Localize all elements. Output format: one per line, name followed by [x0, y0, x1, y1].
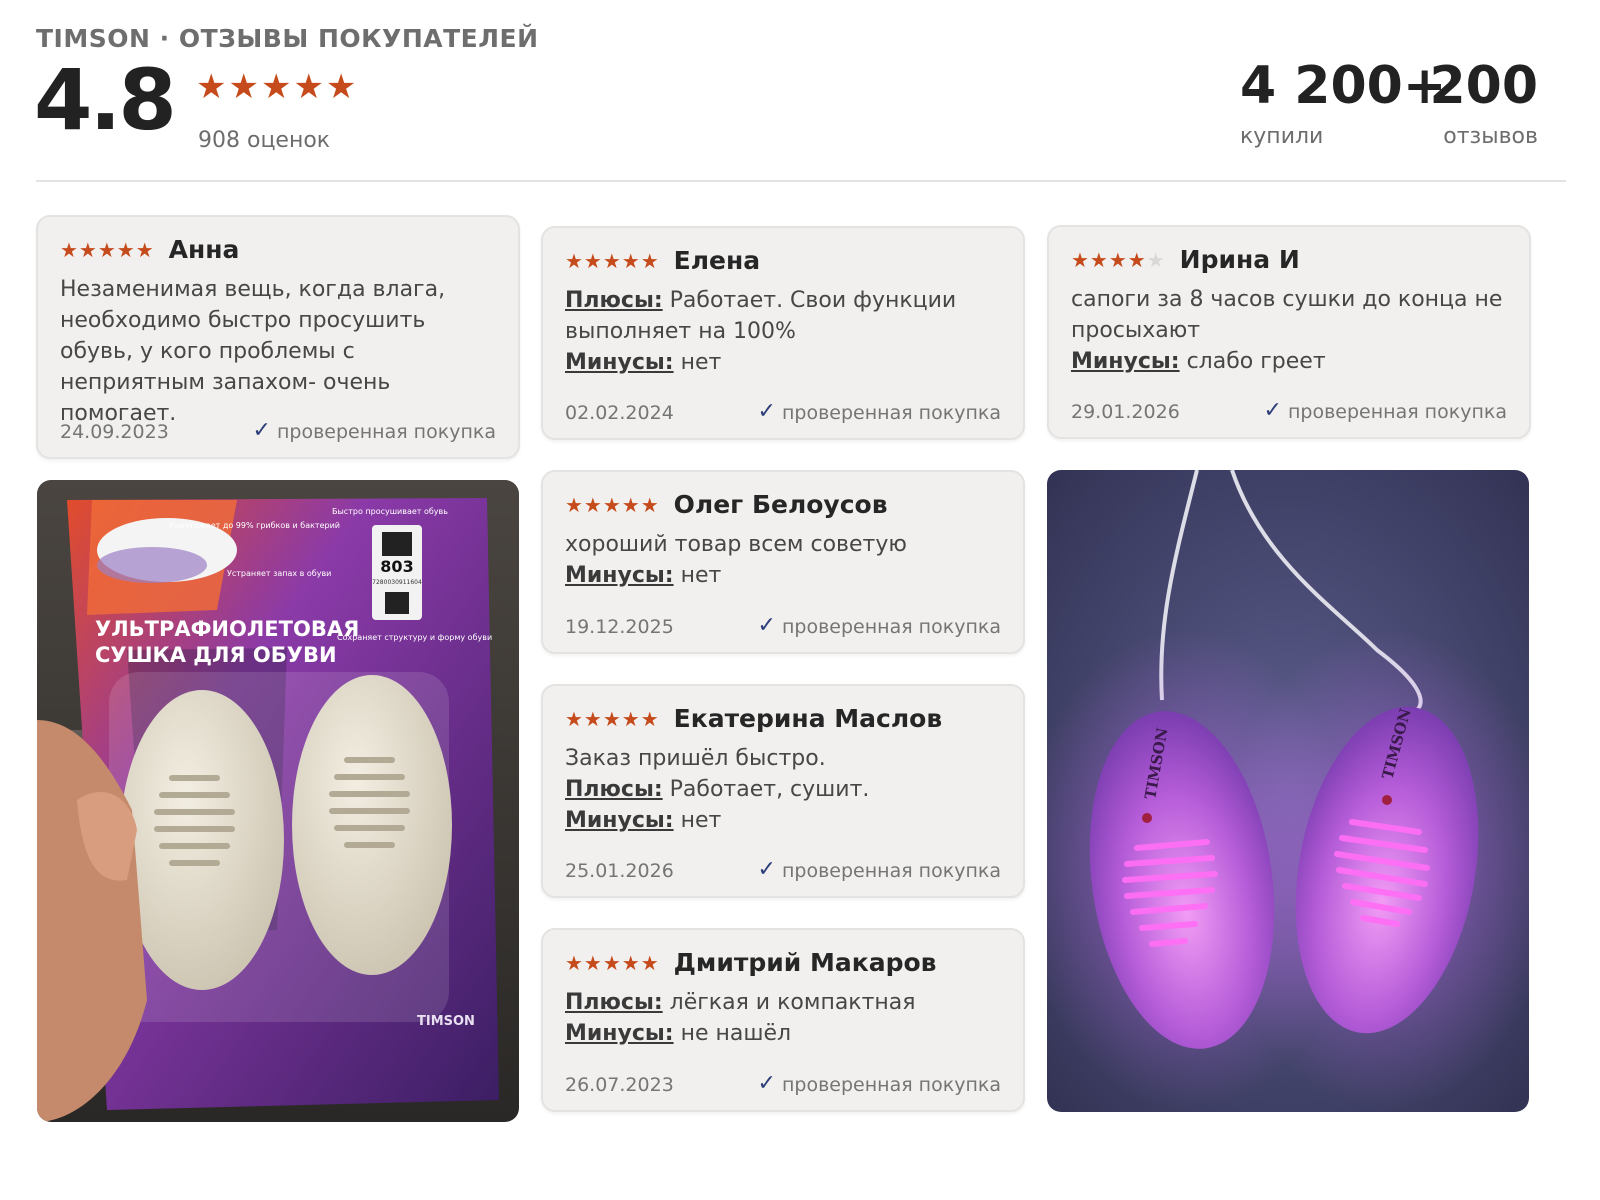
header-divider	[36, 180, 1566, 182]
sticker-number: 803	[380, 557, 413, 576]
reviews-value: 200	[1429, 56, 1538, 116]
review-stars: ★★★★★	[60, 237, 155, 262]
review-stars: ★★★★★	[1071, 247, 1166, 272]
brand-title: TIMSON · ОТЗЫВЫ ПОКУПАТЕЛЕЙ	[36, 24, 539, 53]
review-author: Екатерина Маслов	[673, 704, 943, 733]
review-date: 24.09.2023	[60, 421, 169, 443]
verified-purchase-label: проверенная покупка	[781, 1074, 1001, 1096]
verified-purchase-label: проверенная покупка	[276, 421, 496, 443]
average-rating: 4.8	[34, 51, 177, 149]
review-pros: Плюсы: Работает, сушит.	[565, 777, 870, 802]
review-author: Дмитрий Макаров	[673, 948, 937, 977]
bought-label: купили	[1240, 124, 1324, 149]
review-author: Олег Белоусов	[673, 490, 888, 519]
bought-stat: 4 200+ купили	[1240, 60, 1446, 149]
verified-purchase-label: проверенная покупка	[781, 402, 1001, 424]
review-card-dmitry: ★★★★★ Дмитрий Макаров Плюсы: лёгкая и ко…	[541, 928, 1025, 1112]
package-note-4: Сохраняет структуру и форму обуви	[337, 633, 492, 642]
review-cons: Минусы: нет	[565, 808, 722, 833]
package-note-3: Быстро просушивает обувь	[332, 507, 448, 516]
review-card-ekaterina: ★★★★★ Екатерина Маслов Заказ пришёл быст…	[541, 684, 1025, 898]
review-date: 29.01.2026	[1071, 401, 1180, 423]
review-cons: Минусы: не нашёл	[565, 1021, 792, 1046]
review-date: 25.01.2026	[565, 860, 674, 882]
sticker-code: 7280030911604	[372, 579, 422, 586]
review-date: 02.02.2024	[565, 402, 674, 424]
review-photo-package[interactable]: 803 7280030911604 Уничтожает до 99% гриб…	[37, 480, 519, 1122]
review-date: 26.07.2023	[565, 1074, 674, 1096]
checkmark-icon: ✓	[757, 613, 776, 638]
checkmark-icon: ✓	[1263, 398, 1282, 423]
verified-purchase-label: проверенная покупка	[781, 860, 1001, 882]
reviews-stat: 200 отзывов	[1429, 60, 1538, 149]
bought-value: 4 200+	[1240, 56, 1447, 116]
review-text: Заказ пришёл быстро.	[565, 746, 826, 771]
review-stars: ★★★★★	[565, 248, 660, 273]
review-stars: ★★★★★	[565, 492, 660, 517]
checkmark-icon: ✓	[757, 1071, 776, 1096]
verified-purchase-label: проверенная покупка	[781, 616, 1001, 638]
verified-purchase-label: проверенная покупка	[1287, 401, 1507, 423]
review-card-irina: ★★★★★ Ирина И сапоги за 8 часов сушки до…	[1047, 225, 1531, 439]
checkmark-icon: ✓	[757, 857, 776, 882]
review-author: Елена	[673, 246, 761, 275]
review-stars: ★★★★★	[565, 950, 660, 975]
review-cons: Минусы: нет	[565, 563, 722, 588]
review-stars: ★★★★★	[565, 706, 660, 731]
package-headline-2: СУШКА ДЛЯ ОБУВИ	[95, 643, 337, 667]
review-photo-uv-dryers[interactable]: TIMSON TIMSON	[1047, 470, 1529, 1112]
review-pros: Плюсы: Работает. Свои функции выполняет …	[565, 288, 957, 344]
review-text: хороший товар всем советую	[565, 532, 907, 557]
checkmark-icon: ✓	[252, 418, 271, 443]
review-author: Анна	[168, 235, 240, 264]
review-cons: Минусы: нет	[565, 350, 722, 375]
review-text: Незаменимая вещь, когда влага, необходим…	[60, 277, 446, 426]
review-pros: Плюсы: лёгкая и компактная	[565, 990, 916, 1015]
ratings-count: 908 оценок	[198, 128, 331, 153]
package-note-2: Устраняет запах в обуви	[227, 569, 331, 578]
review-cons: Минусы: слабо греет	[1071, 349, 1326, 374]
review-text: сапоги за 8 часов сушки до конца не прос…	[1071, 287, 1503, 343]
review-author: Ирина И	[1179, 245, 1300, 274]
average-rating-stars: ★★★★★	[196, 67, 359, 107]
review-date: 19.12.2025	[565, 616, 674, 638]
review-card-elena: ★★★★★ Елена Плюсы: Работает. Свои функци…	[541, 226, 1025, 440]
package-logo: TIMSON	[417, 1014, 475, 1029]
package-note-1: Уничтожает до 99% грибков и бактерий	[169, 521, 340, 530]
reviews-label: отзывов	[1443, 124, 1538, 149]
review-card-oleg: ★★★★★ Олег Белоусов хороший товар всем с…	[541, 470, 1025, 654]
checkmark-icon: ✓	[757, 399, 776, 424]
package-headline-1: УЛЬТРАФИОЛЕТОВАЯ	[95, 617, 359, 641]
review-card-anna: ★★★★★ Анна Незаменимая вещь, когда влага…	[36, 215, 520, 459]
